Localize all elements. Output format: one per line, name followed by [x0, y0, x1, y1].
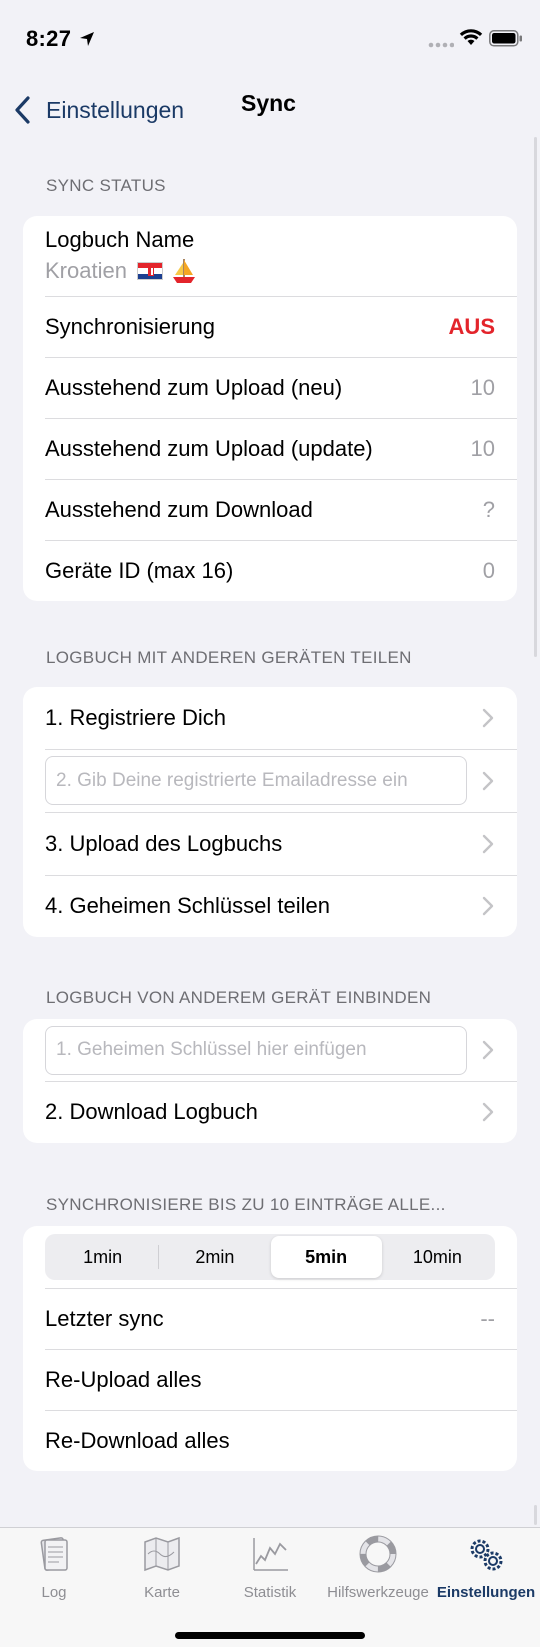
section-header-join: LOGBUCH VON ANDEREM GERÄT EINBINDEN	[46, 988, 432, 1007]
chart-icon	[253, 1538, 288, 1571]
upload-update-label: Ausstehend zum Upload (update)	[45, 435, 373, 461]
last-sync-row: Letzter sync --	[23, 1288, 517, 1349]
scroll-indicator	[534, 1505, 537, 1525]
battery-icon	[489, 30, 522, 47]
logbook-name-value: Kroatien	[45, 258, 127, 283]
scroll-indicator	[534, 137, 537, 657]
logbook-name-row: Logbuch Name Kroatien	[23, 216, 517, 296]
email-field-box	[45, 756, 467, 805]
sailboat-icon	[172, 259, 195, 283]
chevron-right-icon	[482, 1040, 494, 1060]
logbook-name-label: Logbuch Name	[45, 227, 195, 252]
reupload-label: Re-Upload alles	[45, 1366, 202, 1392]
upload-update-row: Ausstehend zum Upload (update) 10	[23, 418, 517, 479]
join-card: 2. Download Logbuch	[23, 1019, 517, 1143]
tab-statistics[interactable]: Statistik	[216, 1534, 324, 1601]
tab-label: Einstellungen	[436, 1584, 536, 1601]
email-field[interactable]	[56, 769, 456, 792]
download-logbook-row[interactable]: 2. Download Logbuch	[23, 1081, 517, 1143]
chevron-right-icon	[482, 896, 494, 916]
last-sync-label: Letzter sync	[45, 1305, 164, 1331]
interval-segmented-control: 1min 2min 5min 10min	[45, 1234, 495, 1280]
home-indicator	[175, 1632, 365, 1639]
chevron-left-icon	[15, 96, 30, 124]
device-id-value: 0	[482, 557, 495, 583]
tab-label: Log	[41, 1584, 67, 1601]
tab-tools[interactable]: Hilfswerkzeuge	[324, 1534, 432, 1601]
location-arrow-icon	[80, 32, 94, 46]
status-bar: 8:27	[0, 0, 540, 80]
redownload-row[interactable]: Re-Download alles	[23, 1410, 517, 1471]
back-button[interactable]: Einstellungen	[12, 88, 184, 132]
section-header-interval: SYNCHRONISIERE BIS ZU 10 EINTRÄGE ALLE..…	[46, 1195, 446, 1214]
interval-option-1min[interactable]: 1min	[47, 1236, 158, 1278]
register-row[interactable]: 1. Registriere Dich	[23, 687, 517, 749]
email-row	[23, 749, 517, 812]
sync-toggle-row[interactable]: Synchronisierung AUS	[23, 296, 517, 357]
logbook-icon	[40, 1537, 68, 1571]
sync-label: Synchronisierung	[45, 313, 215, 339]
secret-key-row	[23, 1019, 517, 1081]
upload-new-label: Ausstehend zum Upload (neu)	[45, 374, 343, 400]
interval-option-2min[interactable]: 2min	[159, 1236, 270, 1278]
redownload-label: Re-Download alles	[45, 1427, 230, 1453]
upload-new-value: 10	[470, 374, 495, 400]
lifebuoy-icon	[359, 1535, 397, 1573]
interval-option-5min[interactable]: 5min	[270, 1236, 382, 1278]
upload-logbook-label: 3. Upload des Logbuchs	[45, 830, 283, 856]
upload-logbook-row[interactable]: 3. Upload des Logbuchs	[23, 812, 517, 875]
section-header-sync-status: SYNC STATUS	[46, 176, 166, 195]
device-id-row: Geräte ID (max 16) 0	[23, 540, 517, 601]
tab-bar: Log Karte Statistik Hilfswerkzeuge Einst…	[0, 1527, 540, 1647]
map-icon	[144, 1536, 180, 1572]
download-value: ?	[482, 496, 495, 522]
device-id-label: Geräte ID (max 16)	[45, 557, 234, 583]
wifi-icon	[459, 29, 483, 45]
section-header-share: LOGBUCH MIT ANDEREN GERÄTEN TEILEN	[46, 648, 412, 667]
secret-key-field[interactable]	[56, 1039, 456, 1061]
tab-settings[interactable]: Einstellungen	[432, 1534, 540, 1601]
back-label: Einstellungen	[46, 96, 185, 123]
signal-icon	[428, 42, 454, 48]
tab-log[interactable]: Log	[0, 1534, 108, 1601]
register-label: 1. Registriere Dich	[45, 705, 226, 730]
logbook-name-value-wrap: Kroatien	[45, 257, 197, 285]
tab-label: Hilfswerkzeuge	[327, 1584, 429, 1601]
download-row: Ausstehend zum Download ?	[23, 479, 517, 540]
interval-row: 1min 2min 5min 10min	[23, 1226, 517, 1288]
share-key-label: 4. Geheimen Schlüssel teilen	[45, 893, 330, 918]
tab-label: Statistik	[243, 1584, 297, 1601]
chevron-right-icon	[482, 708, 494, 728]
upload-new-row: Ausstehend zum Upload (neu) 10	[23, 357, 517, 418]
tab-label: Karte	[144, 1584, 180, 1601]
download-label: Ausstehend zum Download	[45, 496, 313, 522]
status-time: 8:27	[26, 26, 72, 51]
interval-card: 1min 2min 5min 10min Letzter sync -- Re-…	[23, 1226, 517, 1471]
croatia-flag-icon	[136, 262, 163, 280]
share-card: 1. Registriere Dich 3. Upload des Logbuc…	[23, 687, 517, 937]
share-key-row[interactable]: 4. Geheimen Schlüssel teilen	[23, 875, 517, 937]
chevron-right-icon	[482, 771, 494, 790]
download-logbook-label: 2. Download Logbuch	[45, 1099, 258, 1124]
chevron-right-icon	[482, 834, 494, 853]
upload-update-value: 10	[470, 435, 495, 461]
interval-option-10min[interactable]: 10min	[382, 1236, 493, 1278]
reupload-row[interactable]: Re-Upload alles	[23, 1349, 517, 1410]
sync-status-value: AUS	[448, 313, 495, 339]
page-title: Sync	[241, 90, 296, 116]
last-sync-value: --	[480, 1305, 495, 1331]
gears-icon	[470, 1539, 503, 1571]
sync-status-card: Logbuch Name Kroatien Synchronisierung A…	[23, 216, 517, 601]
secret-key-field-box	[45, 1025, 467, 1075]
chevron-right-icon	[482, 1102, 494, 1122]
tab-map[interactable]: Karte	[108, 1534, 216, 1601]
